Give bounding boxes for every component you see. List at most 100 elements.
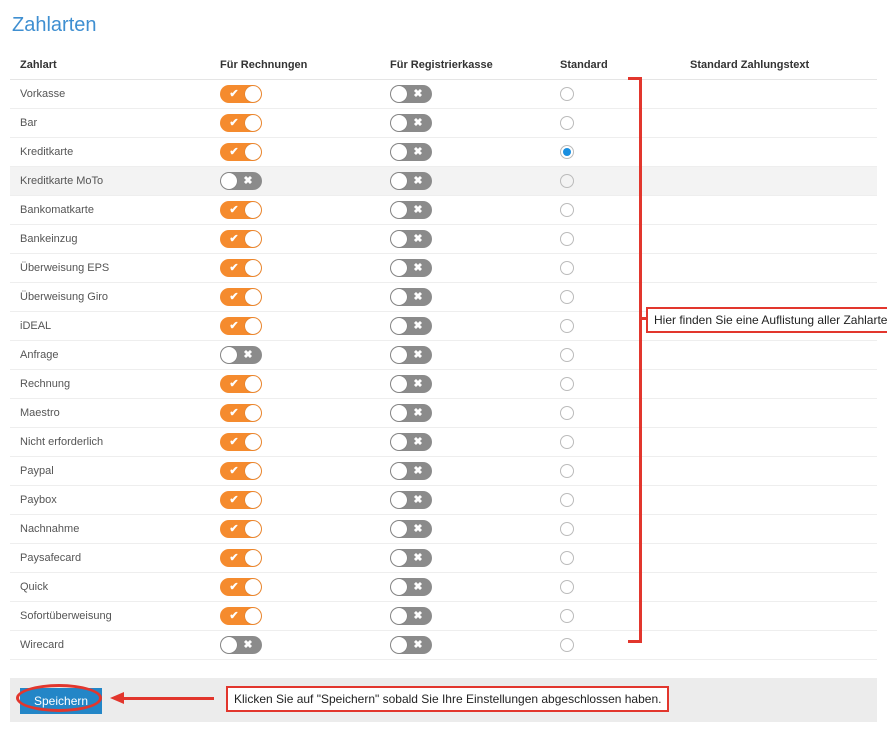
toggle-register[interactable]: ✖: [390, 491, 432, 509]
x-icon: ✖: [406, 114, 430, 132]
toggle-knob: [391, 318, 407, 334]
toggle-register[interactable]: ✖: [390, 578, 432, 596]
radio-standard[interactable]: [560, 522, 574, 536]
radio-standard[interactable]: [560, 493, 574, 507]
radio-standard[interactable]: [560, 232, 574, 246]
toggle-invoice[interactable]: ✔: [220, 85, 262, 103]
toggle-register[interactable]: ✖: [390, 404, 432, 422]
toggle-invoice[interactable]: ✔: [220, 259, 262, 277]
table-row: Paypal✔✖: [10, 457, 877, 486]
toggle-register[interactable]: ✖: [390, 85, 432, 103]
table-row: Kreditkarte✔✖: [10, 138, 877, 167]
toggle-register[interactable]: ✖: [390, 114, 432, 132]
toggle-invoice[interactable]: ✔: [220, 404, 262, 422]
toggle-invoice[interactable]: ✔: [220, 317, 262, 335]
toggle-register[interactable]: ✖: [390, 259, 432, 277]
check-icon: ✔: [222, 462, 246, 480]
toggle-invoice[interactable]: ✔: [220, 375, 262, 393]
toggle-invoice[interactable]: ✖: [220, 636, 262, 654]
toggle-invoice[interactable]: ✔: [220, 462, 262, 480]
radio-standard[interactable]: [560, 145, 574, 159]
radio-standard[interactable]: [560, 377, 574, 391]
toggle-invoice[interactable]: ✖: [220, 346, 262, 364]
payment-name: Überweisung EPS: [10, 254, 210, 283]
table-row: Wirecard✖✖: [10, 631, 877, 660]
radio-standard[interactable]: [560, 435, 574, 449]
check-icon: ✔: [222, 520, 246, 538]
radio-standard[interactable]: [560, 290, 574, 304]
payment-name: Bar: [10, 109, 210, 138]
column-header-name: Zahlart: [10, 51, 210, 80]
toggle-register[interactable]: ✖: [390, 462, 432, 480]
toggle-invoice[interactable]: ✔: [220, 114, 262, 132]
toggle-knob: [221, 173, 237, 189]
radio-standard[interactable]: [560, 87, 574, 101]
payment-text-cell: [680, 486, 877, 515]
toggle-knob: [391, 405, 407, 421]
radio-standard[interactable]: [560, 348, 574, 362]
radio-standard[interactable]: [560, 638, 574, 652]
radio-standard[interactable]: [560, 609, 574, 623]
toggle-register[interactable]: ✖: [390, 346, 432, 364]
toggle-invoice[interactable]: ✔: [220, 520, 262, 538]
toggle-invoice[interactable]: ✔: [220, 549, 262, 567]
toggle-knob: [391, 550, 407, 566]
radio-standard[interactable]: [560, 203, 574, 217]
payment-text-cell: [680, 312, 877, 341]
radio-standard[interactable]: [560, 580, 574, 594]
toggle-register[interactable]: ✖: [390, 520, 432, 538]
table-row: Bankeinzug✔✖: [10, 225, 877, 254]
check-icon: ✔: [222, 143, 246, 161]
radio-standard[interactable]: [560, 116, 574, 130]
toggle-register[interactable]: ✖: [390, 201, 432, 219]
toggle-invoice[interactable]: ✔: [220, 143, 262, 161]
toggle-invoice[interactable]: ✖: [220, 172, 262, 190]
toggle-register[interactable]: ✖: [390, 288, 432, 306]
toggle-invoice[interactable]: ✔: [220, 201, 262, 219]
table-row: Nachnahme✔✖: [10, 515, 877, 544]
check-icon: ✔: [222, 259, 246, 277]
toggle-register[interactable]: ✖: [390, 549, 432, 567]
toggle-knob: [391, 231, 407, 247]
annotation-arrow-head: [110, 692, 124, 704]
radio-standard[interactable]: [560, 551, 574, 565]
toggle-knob: [245, 144, 261, 160]
toggle-register[interactable]: ✖: [390, 143, 432, 161]
x-icon: ✖: [406, 317, 430, 335]
save-button[interactable]: Speichern: [20, 688, 102, 714]
radio-standard[interactable]: [560, 319, 574, 333]
x-icon: ✖: [406, 433, 430, 451]
radio-standard[interactable]: [560, 406, 574, 420]
table-row: Sofortüberweisung✔✖: [10, 602, 877, 631]
toggle-invoice[interactable]: ✔: [220, 288, 262, 306]
radio-standard[interactable]: [560, 174, 574, 188]
toggle-knob: [221, 347, 237, 363]
toggle-register[interactable]: ✖: [390, 607, 432, 625]
payment-name: Vorkasse: [10, 80, 210, 109]
toggle-invoice[interactable]: ✔: [220, 578, 262, 596]
toggle-invoice[interactable]: ✔: [220, 230, 262, 248]
toggle-invoice[interactable]: ✔: [220, 491, 262, 509]
table-row: Quick✔✖: [10, 573, 877, 602]
toggle-register[interactable]: ✖: [390, 172, 432, 190]
toggle-register[interactable]: ✖: [390, 636, 432, 654]
toggle-knob: [391, 289, 407, 305]
payment-text-cell: [680, 573, 877, 602]
radio-standard[interactable]: [560, 261, 574, 275]
radio-standard[interactable]: [560, 464, 574, 478]
toggle-register[interactable]: ✖: [390, 317, 432, 335]
check-icon: ✔: [222, 549, 246, 567]
check-icon: ✔: [222, 433, 246, 451]
check-icon: ✔: [222, 404, 246, 422]
toggle-register[interactable]: ✖: [390, 433, 432, 451]
x-icon: ✖: [406, 230, 430, 248]
toggle-knob: [245, 492, 261, 508]
check-icon: ✔: [222, 317, 246, 335]
toggle-register[interactable]: ✖: [390, 230, 432, 248]
toggle-knob: [391, 86, 407, 102]
payment-name: Paysafecard: [10, 544, 210, 573]
toggle-invoice[interactable]: ✔: [220, 433, 262, 451]
toggle-invoice[interactable]: ✔: [220, 607, 262, 625]
x-icon: ✖: [406, 549, 430, 567]
toggle-register[interactable]: ✖: [390, 375, 432, 393]
